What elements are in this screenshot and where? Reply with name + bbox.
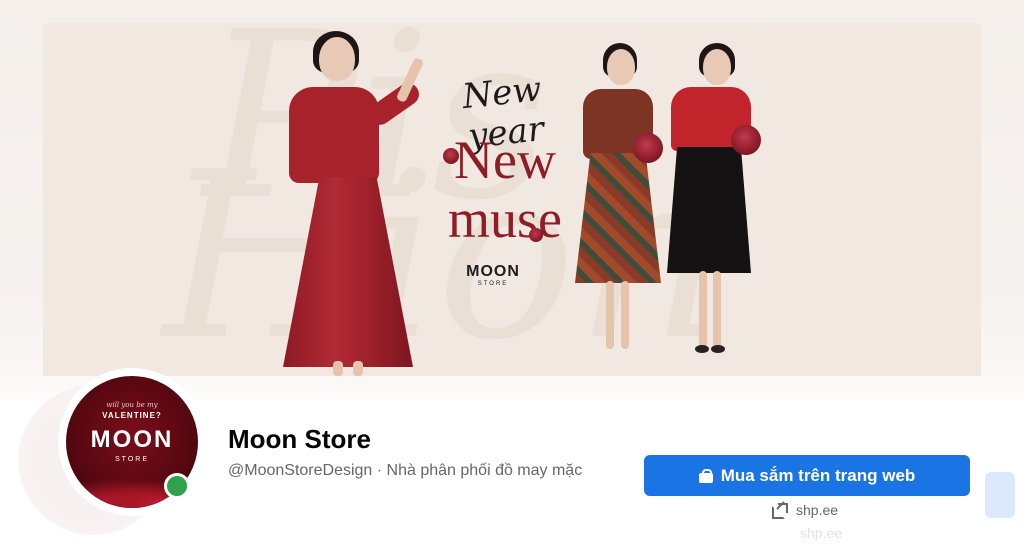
shop-on-website-button[interactable]: Mua sắm trên trang web	[644, 455, 970, 496]
rose-decoration	[529, 228, 543, 242]
avatar-tagline: VALENTINE?	[102, 411, 162, 420]
avatar-brand-sub: STORE	[115, 456, 149, 463]
shopping-bag-icon	[698, 468, 713, 483]
avatar-brand: MOON	[90, 426, 174, 453]
cover-headline-line2: muse	[448, 189, 562, 250]
website-link-text: shp.ee	[796, 502, 839, 518]
background-link-blur: shp.ee	[800, 525, 843, 541]
cover-logo-sub: STORE	[477, 281, 509, 287]
cover-logo: MOON STORE	[448, 263, 538, 287]
page-title[interactable]: Moon Store	[228, 424, 371, 455]
website-link[interactable]: shp.ee	[772, 501, 839, 519]
external-link-icon	[772, 501, 788, 519]
shop-button-label: Mua sắm trên trang web	[720, 465, 916, 485]
background-button-blur	[985, 472, 1015, 518]
page-handle-category: @MoonStoreDesign · Nhà phân phối đồ may …	[228, 462, 583, 479]
rose-decoration	[443, 148, 459, 164]
cover-logo-name: MOON	[466, 263, 520, 280]
cover-photo[interactable]: Pis Hion New year New muse MOON STORE	[43, 23, 981, 376]
avatar-tiny-text: will you be my	[106, 401, 158, 409]
online-status-dot	[164, 473, 190, 499]
cover-headline: New muse	[405, 130, 605, 250]
cover-headline-line1: New	[454, 130, 556, 190]
